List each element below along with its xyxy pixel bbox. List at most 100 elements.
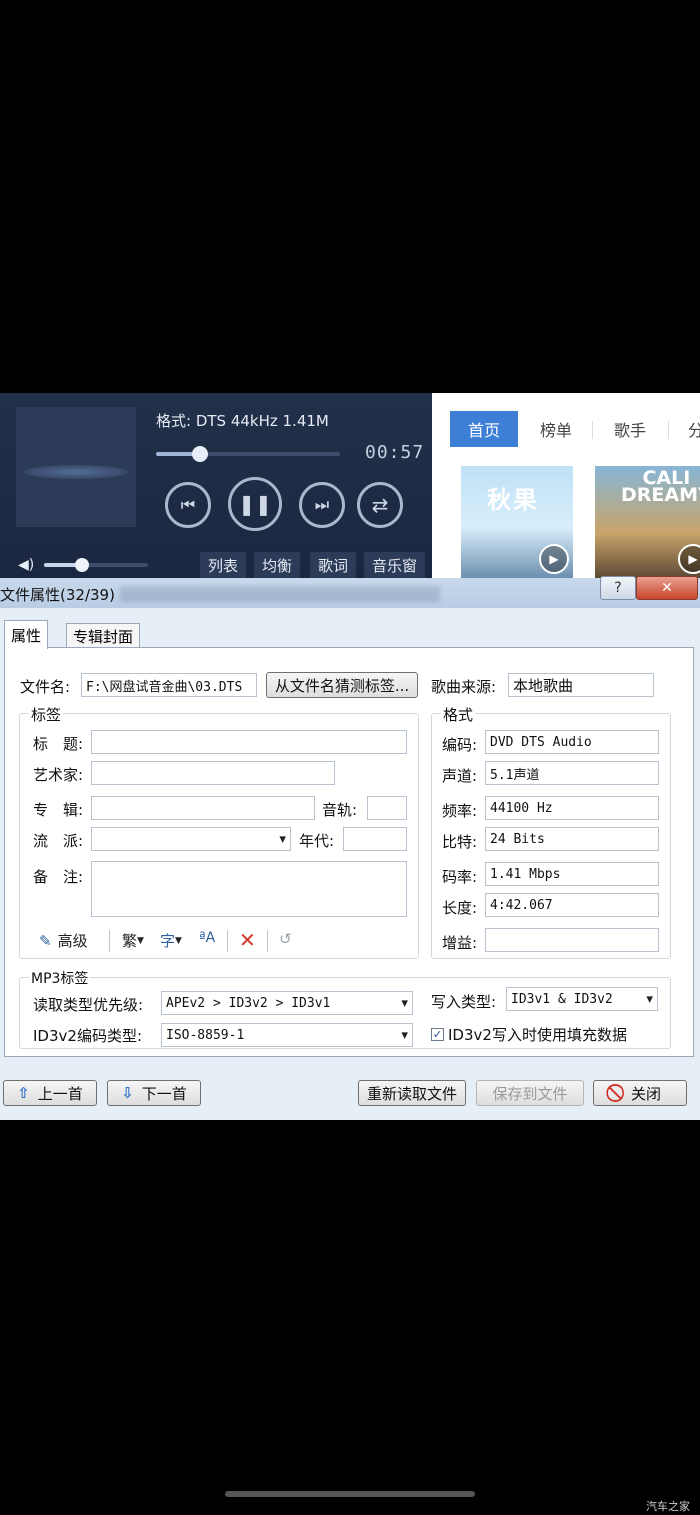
gain-label: 增益: xyxy=(442,934,478,952)
play-circle-icon[interactable]: ▶ xyxy=(539,544,569,574)
tab-equalizer[interactable]: 均衡 xyxy=(254,552,301,578)
chevron-down-icon: ▼ xyxy=(646,992,653,1006)
source-field: 本地歌曲 xyxy=(508,673,654,697)
album-label: 专 辑: xyxy=(33,801,84,819)
bits-label: 比特: xyxy=(442,833,478,851)
play-circle-icon[interactable]: ▶ xyxy=(678,544,700,574)
next-song-label: 下一首 xyxy=(141,1084,187,1103)
album-art[interactable] xyxy=(16,407,136,527)
title-field[interactable] xyxy=(91,730,407,754)
home-indicator[interactable] xyxy=(225,1491,475,1497)
advanced-label: 高级 xyxy=(57,932,88,950)
write-type-combobox[interactable]: ID3v1 & ID3v2 ▼ xyxy=(506,987,658,1011)
close-window-button[interactable]: ✕ xyxy=(636,576,698,600)
tab-properties[interactable]: 属性 xyxy=(4,620,49,649)
source-label: 歌曲来源: xyxy=(431,678,497,696)
channels-label: 声道: xyxy=(442,767,478,785)
nav-divider xyxy=(668,421,669,439)
play-mode-button[interactable]: ⇄ xyxy=(357,482,403,528)
guess-tags-button[interactable]: 从文件名猜测标签... xyxy=(266,672,418,698)
album-cover[interactable]: 秋果 ▶ xyxy=(461,466,573,578)
play-pause-button[interactable]: ❚❚ xyxy=(228,477,282,531)
next-track-icon: ⏭ xyxy=(314,495,330,514)
genre-label: 流 派: xyxy=(33,832,84,850)
reload-file-button[interactable]: 重新读取文件 xyxy=(358,1080,466,1106)
progress-bar[interactable] xyxy=(156,446,340,462)
next-track-button[interactable]: ⏭ xyxy=(299,482,345,528)
spelling-button[interactable]: 字 ▼ xyxy=(160,930,182,951)
tab-album-cover[interactable]: 专辑封面 xyxy=(66,623,141,648)
speaker-icon[interactable]: ◀) xyxy=(18,557,34,573)
progress-handle[interactable] xyxy=(192,446,209,462)
toolbar-separator xyxy=(267,930,268,952)
read-priority-label: 读取类型优先级: xyxy=(33,996,144,1014)
arrow-up-icon: ⇧ xyxy=(17,1084,30,1102)
nav-singers[interactable]: 歌手 xyxy=(614,411,646,447)
clear-button[interactable]: ✕ xyxy=(239,928,256,952)
undo-icon: ↺ xyxy=(279,930,292,948)
watermark: 汽车之家 xyxy=(646,1500,690,1513)
frequency-field: 44100 Hz xyxy=(485,796,659,820)
volume-handle[interactable] xyxy=(75,558,90,572)
padding-checkbox-row[interactable]: ✓ ID3v2写入时使用填充数据 xyxy=(431,1024,627,1045)
advanced-button[interactable]: ✎ 高级 xyxy=(39,930,88,951)
padding-checkbox[interactable]: ✓ xyxy=(431,1028,444,1041)
previous-song-label: 上一首 xyxy=(37,1084,83,1103)
dropdown-arrow-icon: ▼ xyxy=(137,935,144,946)
album-field[interactable] xyxy=(91,796,315,820)
codec-label: 编码: xyxy=(442,736,478,754)
chevron-down-icon: ▼ xyxy=(401,996,408,1010)
album-cover[interactable]: CALI DREAMY ▶ xyxy=(595,466,700,578)
tab-playlist[interactable]: 列表 xyxy=(200,552,247,578)
encoding-combobox[interactable]: ISO-8859-1 ▼ xyxy=(161,1023,413,1047)
length-field: 4:42.067 xyxy=(485,893,659,917)
tags-group-title: 标签 xyxy=(29,704,64,725)
filename-field[interactable]: F:\网盘试音金曲\03.DTS xyxy=(81,673,257,697)
comment-label: 备 注: xyxy=(33,868,84,886)
music-player: 格式: DTS 44kHz 1.41M 00:57 ⏮ ❚❚ ⏭ ⇄ ◀) 列表… xyxy=(0,393,432,578)
encoding-value: ISO-8859-1 xyxy=(166,1027,245,1043)
title-label: 标 题: xyxy=(33,735,84,753)
comment-field[interactable] xyxy=(91,861,407,917)
help-button[interactable]: ? xyxy=(600,576,636,600)
filename-label: 文件名: xyxy=(20,678,71,696)
tab-lyrics[interactable]: 歌词 xyxy=(310,552,357,578)
codec-field: DVD DTS Audio xyxy=(485,730,659,754)
year-label: 年代: xyxy=(299,832,335,850)
track-field[interactable] xyxy=(367,796,407,820)
undo-button[interactable]: ↺ xyxy=(279,930,292,948)
nav-home[interactable]: 首页 xyxy=(450,411,518,447)
previous-song-button[interactable]: ⇧ 上一首 xyxy=(3,1080,97,1106)
previous-track-button[interactable]: ⏮ xyxy=(165,482,211,528)
frequency-label: 频率: xyxy=(442,802,478,820)
gain-field xyxy=(485,928,659,952)
properties-panel: 文件名: F:\网盘试音金曲\03.DTS 从文件名猜测标签... 歌曲来源: … xyxy=(4,647,694,1057)
shuffle-icon: ⇄ xyxy=(371,493,389,517)
traditional-chinese-button[interactable]: 繁 ▼ xyxy=(122,930,144,951)
dialog-titlebar[interactable]: 文件属性(32/39) ? ✕ xyxy=(0,576,700,608)
genre-combobox[interactable]: ▼ xyxy=(91,827,291,851)
tab-music-window[interactable]: 音乐窗 xyxy=(364,552,426,578)
next-song-button[interactable]: ⇩ 下一首 xyxy=(107,1080,201,1106)
nav-more[interactable]: 分 xyxy=(688,411,700,447)
chevron-down-icon: ▼ xyxy=(279,832,286,846)
format-info: 格式: DTS 44kHz 1.41M xyxy=(156,412,329,430)
case-button[interactable]: ªA xyxy=(199,930,215,946)
read-priority-combobox[interactable]: APEv2 > ID3v2 > ID3v1 ▼ xyxy=(161,991,413,1015)
nav-charts[interactable]: 榜单 xyxy=(540,411,572,447)
bitrate-label: 码率: xyxy=(442,868,478,886)
close-button[interactable]: ⃠ 关闭 xyxy=(593,1080,687,1106)
volume-slider[interactable] xyxy=(44,558,148,572)
titlebar-blur xyxy=(120,586,440,602)
year-field[interactable] xyxy=(343,827,407,851)
previous-track-icon: ⏮ xyxy=(180,495,196,514)
write-type-label: 写入类型: xyxy=(431,993,497,1011)
cover-title: 秋果 xyxy=(487,485,539,514)
dialog-button-bar: ⇧ 上一首 ⇩ 下一首 重新读取文件 保存到文件 ⃠ 关闭 xyxy=(0,1080,700,1108)
arrow-down-icon: ⇩ xyxy=(121,1084,134,1102)
save-to-file-button[interactable]: 保存到文件 xyxy=(476,1080,584,1106)
artist-label: 艺术家: xyxy=(33,766,84,784)
channels-field: 5.1声道 xyxy=(485,761,659,785)
artist-field[interactable] xyxy=(91,761,335,785)
toolbar-separator xyxy=(227,930,228,952)
